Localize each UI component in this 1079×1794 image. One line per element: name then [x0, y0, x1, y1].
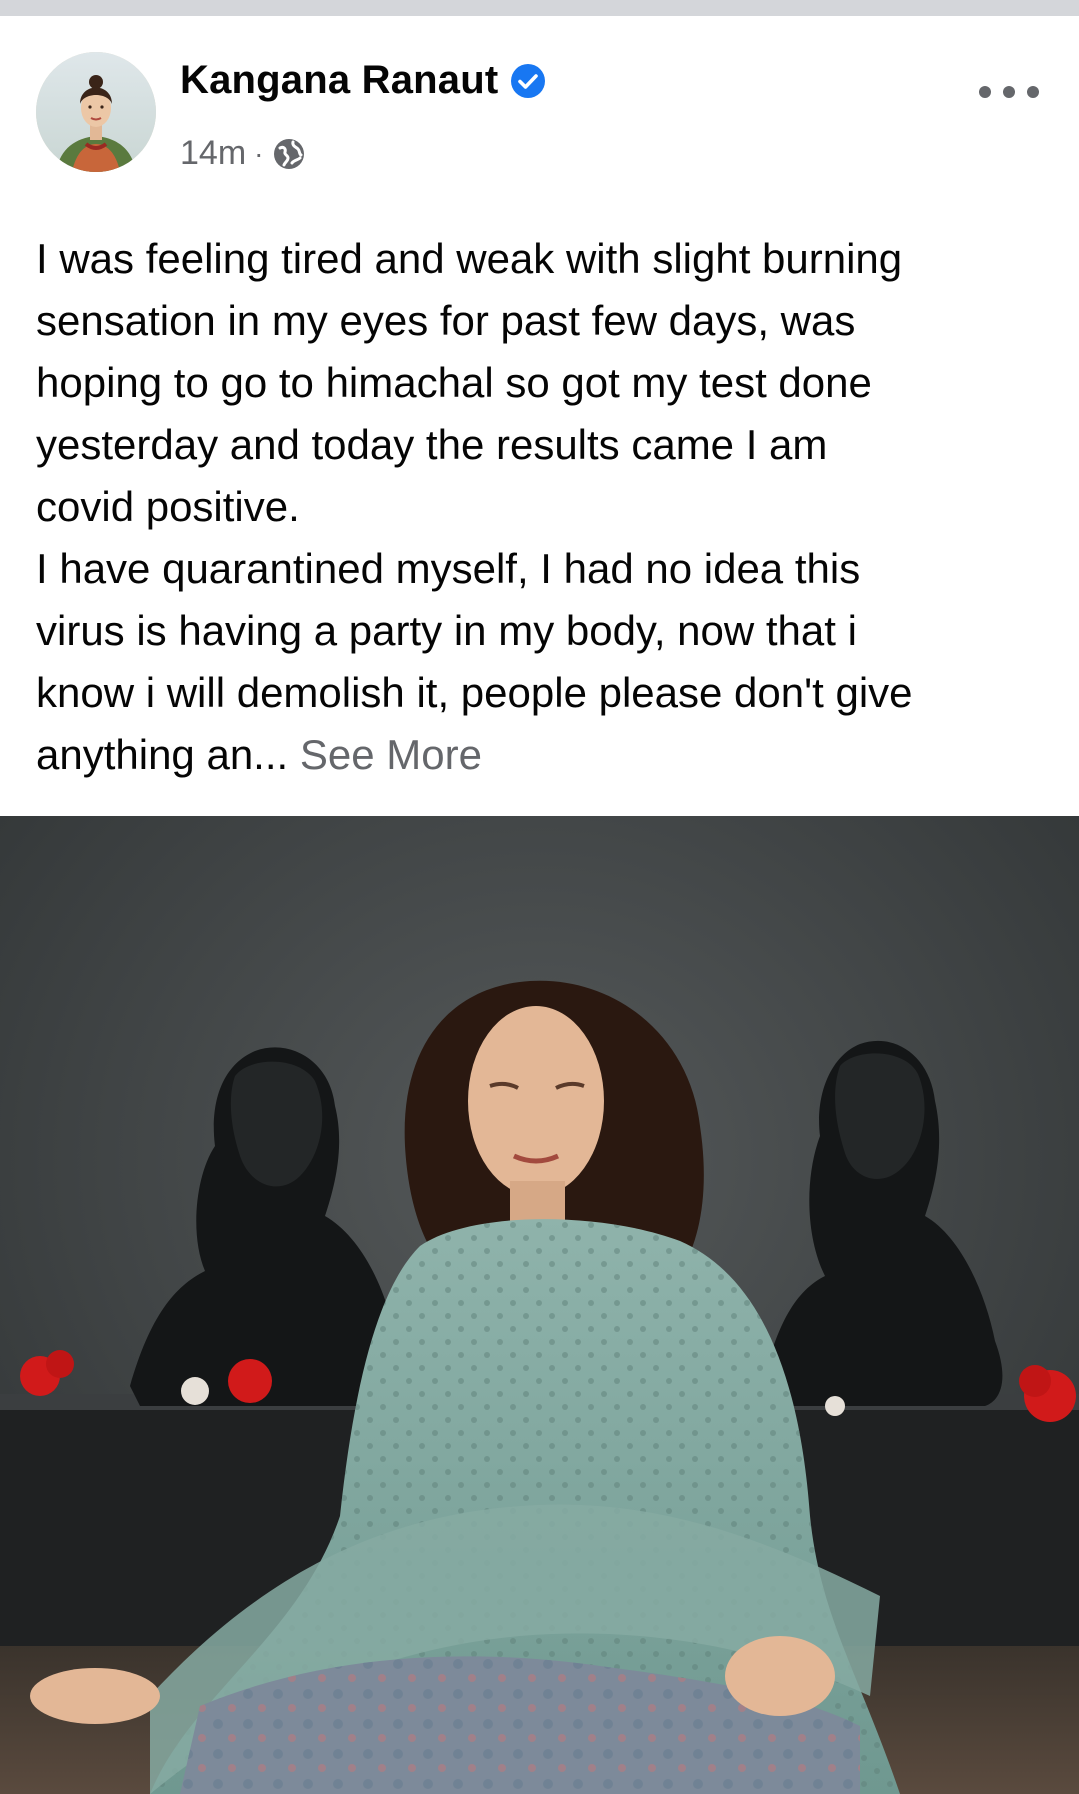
post-text-line: covid positive.: [36, 483, 300, 530]
post-body: I was feeling tired and weak with slight…: [0, 176, 1079, 786]
post-text-line: hoping to go to himachal so got my test …: [36, 359, 872, 406]
post-card: Kangana Ranaut 14m · I was feeling tired…: [0, 16, 1079, 1794]
feed-divider: [0, 0, 1079, 16]
meta-separator: ·: [254, 137, 264, 169]
post-text-line: virus is having a party in my body, now …: [36, 607, 857, 654]
post-text-line: I have quarantined myself, I had no idea…: [36, 545, 861, 592]
author-row: Kangana Ranaut: [180, 58, 546, 103]
post-text-line: sensation in my eyes for past few days, …: [36, 297, 856, 344]
author-name[interactable]: Kangana Ranaut: [180, 58, 498, 103]
more-dot: [979, 86, 991, 98]
post-meta: 14m ·: [180, 134, 307, 173]
post-text-line: know i will demolish it, people please d…: [36, 669, 913, 716]
see-more-link[interactable]: See More: [300, 731, 482, 778]
globe-icon[interactable]: [271, 136, 307, 172]
post-header: Kangana Ranaut 14m ·: [0, 16, 1079, 176]
more-options-icon[interactable]: [979, 72, 1039, 112]
author-avatar[interactable]: [36, 52, 156, 172]
post-text-line: I was feeling tired and weak with slight…: [36, 235, 903, 282]
post-text-line: yesterday and today the results came I a…: [36, 421, 828, 468]
more-dot: [1003, 86, 1015, 98]
post-text-truncated: anything an...: [36, 731, 300, 778]
post-timestamp[interactable]: 14m: [180, 134, 246, 173]
more-dot: [1027, 86, 1039, 98]
verified-badge-icon: [510, 63, 546, 99]
post-photo[interactable]: [0, 816, 1079, 1794]
avatar-image: [36, 52, 156, 172]
